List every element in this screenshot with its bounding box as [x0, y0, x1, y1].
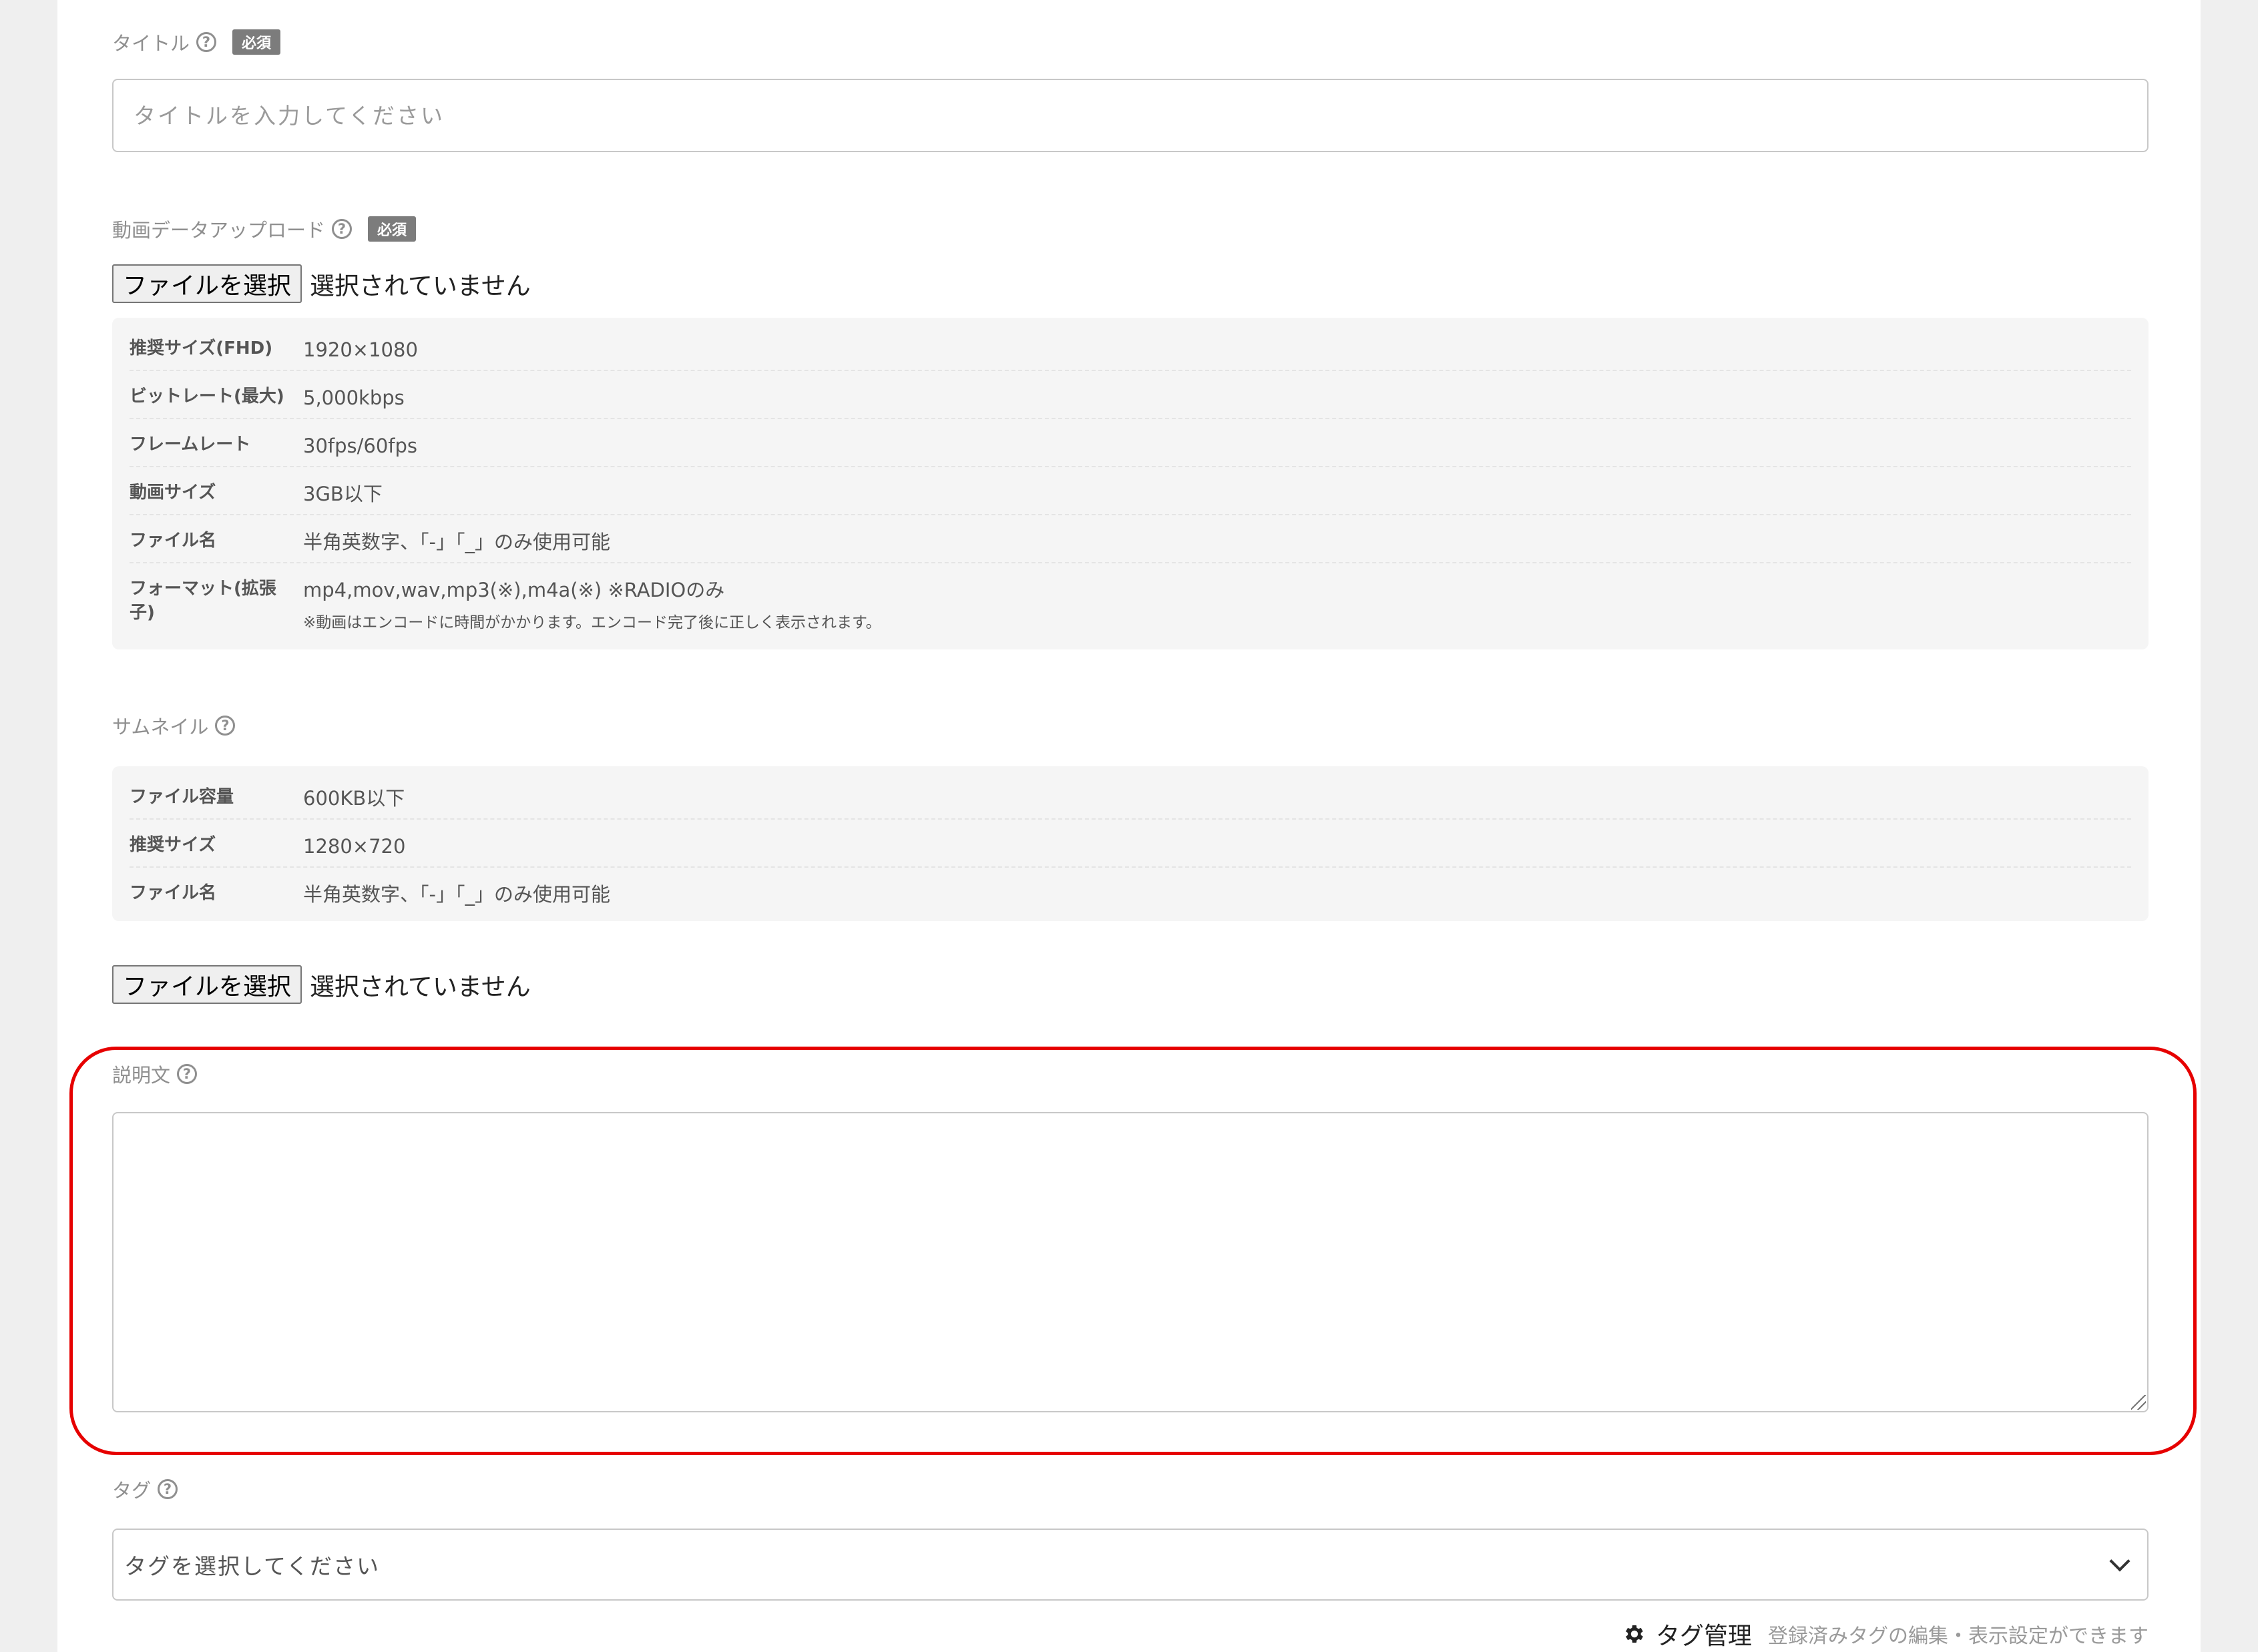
spec-value: 3GB以下 [303, 483, 383, 505]
spec-key: ファイル容量 [130, 787, 234, 807]
spec-row: 動画サイズ 3GB以下 [130, 467, 2131, 515]
required-badge: 必須 [232, 29, 281, 55]
title-input[interactable] [112, 79, 2149, 152]
description-label: 説明文 [112, 1064, 171, 1087]
spec-row: 推奨サイズ(FHD) 1920×1080 [130, 323, 2131, 371]
video-upload-label: 動画データアップロード [112, 219, 326, 242]
tag-select-placeholder: タグを選択してください [124, 1553, 381, 1579]
description-label-row: 説明文 ? [112, 1060, 198, 1088]
tag-manage-description: 登録済みタグの編集・表示設定ができます [1768, 1625, 2149, 1648]
resize-grip-icon[interactable] [2131, 1395, 2146, 1410]
tags-label-row: タグ ? [112, 1475, 178, 1503]
help-icon[interactable]: ? [196, 32, 217, 52]
spec-row: 推奨サイズ 1280×720 [130, 820, 2131, 868]
spec-value: 半角英数字、「-」「_」のみ使用可能 [303, 531, 610, 553]
thumbnail-file-row: ファイルを選択 選択されていません [112, 965, 531, 1004]
spec-key: ファイル名 [130, 531, 217, 551]
spec-row: フォーマット(拡張子) mp4,mov,wav,mp3(※),m4a(※) ※R… [130, 563, 2131, 644]
video-file-select-button[interactable]: ファイルを選択 [112, 264, 302, 303]
required-badge: 必須 [368, 216, 417, 242]
spec-key: ファイル名 [130, 883, 217, 903]
spec-key: ビットレート(最大) [130, 386, 284, 406]
thumbnail-file-status: 選択されていません [310, 973, 531, 1001]
spec-row: ファイル名 半角英数字、「-」「_」のみ使用可能 [130, 515, 2131, 563]
thumbnail-file-select-button[interactable]: ファイルを選択 [112, 965, 302, 1004]
spec-value-group: mp4,mov,wav,mp3(※),m4a(※) ※RADIOのみ ※動画はエ… [303, 577, 881, 632]
thumbnail-label-row: サムネイル ? [112, 712, 236, 740]
tag-select[interactable]: タグを選択してください [112, 1529, 2149, 1601]
spec-value: mp4,mov,wav,mp3(※),m4a(※) ※RADIOのみ [303, 579, 725, 601]
spec-value: 600KB以下 [303, 787, 405, 810]
form-page: タイトル ? 必須 動画データアップロード ? 必須 ファイルを選択 選択されて… [57, 0, 2201, 1652]
video-file-row: ファイルを選択 選択されていません [112, 264, 531, 303]
video-spec-box: 推奨サイズ(FHD) 1920×1080 ビットレート(最大) 5,000kbp… [112, 318, 2149, 649]
spec-key: フレームレート [130, 435, 251, 455]
tag-manage-row: タグ管理 登録済みタグの編集・表示設定ができます [1622, 1617, 2149, 1651]
spec-row: ビットレート(最大) 5,000kbps [130, 371, 2131, 419]
help-icon[interactable]: ? [215, 716, 236, 736]
description-textarea-wrap [112, 1112, 2149, 1412]
chevron-down-icon [2109, 1551, 2130, 1572]
title-label-row: タイトル ? 必須 [112, 28, 281, 56]
help-icon[interactable]: ? [332, 219, 353, 239]
video-file-status: 選択されていません [310, 272, 531, 300]
spec-key: 推奨サイズ [130, 835, 216, 855]
spec-key: フォーマット(拡張子) [130, 579, 276, 623]
spec-value: 5,000kbps [303, 386, 405, 409]
spec-key: 動画サイズ [130, 483, 216, 503]
thumbnail-label: サムネイル [112, 716, 209, 738]
help-icon[interactable]: ? [158, 1479, 178, 1499]
spec-key: 推奨サイズ(FHD) [130, 338, 273, 358]
form-content: タイトル ? 必須 動画データアップロード ? 必須 ファイルを選択 選択されて… [112, 0, 2149, 1652]
tag-manage-link[interactable]: タグ管理 [1656, 1617, 1752, 1651]
help-icon[interactable]: ? [177, 1064, 198, 1084]
spec-row: ファイル名 半角英数字、「-」「_」のみ使用可能 [130, 868, 2131, 916]
tags-label: タグ [112, 1479, 152, 1502]
spec-note: ※動画はエンコードに時間がかかります。エンコード完了後に正しく表示されます。 [303, 613, 881, 631]
thumbnail-spec-box: ファイル容量 600KB以下 推奨サイズ 1280×720 ファイル名 半角英数… [112, 766, 2149, 921]
gear-icon[interactable] [1622, 1622, 1646, 1646]
title-label: タイトル [112, 32, 190, 55]
spec-value: 半角英数字、「-」「_」のみ使用可能 [303, 883, 610, 906]
spec-row: フレームレート 30fps/60fps [130, 419, 2131, 467]
spec-row: ファイル容量 600KB以下 [130, 772, 2131, 820]
video-upload-label-row: 動画データアップロード ? 必須 [112, 215, 417, 243]
description-textarea[interactable] [112, 1112, 2149, 1412]
spec-value: 1280×720 [303, 835, 406, 858]
spec-value: 30fps/60fps [303, 435, 418, 457]
spec-value: 1920×1080 [303, 338, 418, 361]
